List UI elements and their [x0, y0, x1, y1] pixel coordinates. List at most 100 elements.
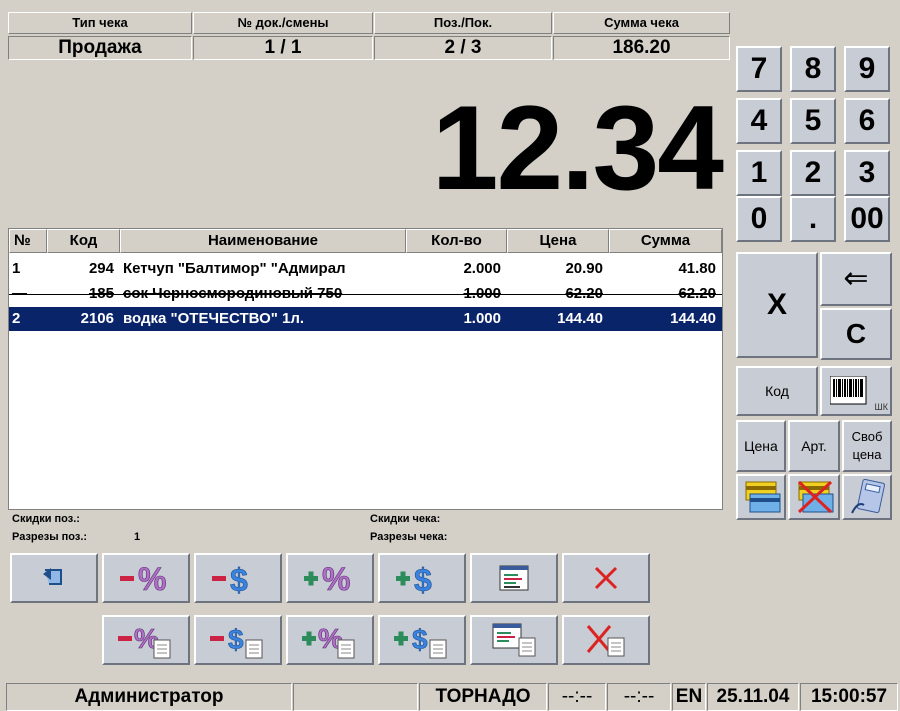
check-percent-markup-button[interactable]: % — [286, 615, 374, 665]
plus-dollar-icon: $ — [396, 562, 432, 596]
row-code: 2106 — [80, 310, 114, 327]
svg-text:$: $ — [414, 562, 432, 596]
row-name: водка "ОТЕЧЕСТВО" 1л. — [123, 310, 305, 327]
multiply-button[interactable]: X — [736, 252, 818, 358]
key-6[interactable]: 6 — [844, 98, 890, 144]
calculator-button[interactable] — [842, 474, 892, 520]
check-sum-discount-button[interactable]: $ — [194, 615, 282, 665]
receipt-table: № Код Наименование Кол-во Цена Сумма 1 2… — [8, 228, 723, 510]
receipt-type-value: Продажа — [8, 36, 192, 60]
check-percent-discount-button[interactable]: % — [102, 615, 190, 665]
list-window-icon — [499, 565, 529, 591]
svg-text:%: % — [138, 561, 166, 596]
minus-dollar-receipt-icon: $ — [210, 624, 263, 659]
key-3[interactable]: 3 — [844, 150, 890, 196]
table-row-selected[interactable]: 2 2106 водка "ОТЕЧЕСТВО" 1л. 1.000 144.4… — [9, 307, 722, 331]
cancel-position-button[interactable] — [562, 553, 650, 603]
row-price: 144.40 — [557, 310, 603, 327]
row-price: 20.90 — [565, 260, 603, 277]
status-date: 25.11.04 — [707, 683, 799, 711]
key-dot[interactable]: . — [790, 196, 836, 242]
key-7[interactable]: 7 — [736, 46, 782, 92]
table-header: № Код Наименование Кол-во Цена Сумма — [9, 229, 722, 253]
row-name: Кетчуп "Балтимор" "Адмирал — [123, 260, 346, 277]
key-4[interactable]: 4 — [736, 98, 782, 144]
red-x-icon — [594, 566, 618, 590]
row-sum: 144.40 — [670, 310, 716, 327]
position-value: 2 / 3 — [374, 36, 552, 60]
clear-button[interactable]: C — [820, 308, 892, 360]
card-payment-button[interactable] — [736, 474, 786, 520]
row-num: 1 — [12, 260, 21, 277]
backspace-button[interactable]: ⇐ — [820, 252, 892, 306]
plus-percent-icon: % — [304, 561, 351, 596]
strike-line — [9, 294, 722, 295]
position-details-button[interactable] — [470, 553, 558, 603]
barcode-button[interactable]: ШК — [820, 366, 892, 416]
status-time-b: --:-- — [607, 683, 671, 711]
pos-cuts-label: Разрезы поз.: — [12, 531, 88, 543]
calculator-icon — [851, 479, 886, 514]
plus-percent-receipt-icon: % — [302, 623, 355, 659]
receipt-type-label: Тип чека — [8, 12, 192, 34]
position-sum-discount-button[interactable]: $ — [194, 553, 282, 603]
table-row-cancelled[interactable]: — 185 сок Черносмородиновый 750 1.000 62… — [9, 282, 722, 306]
row-code: 294 — [88, 260, 114, 277]
minus-percent-receipt-icon: % — [118, 623, 171, 659]
cards-icon — [745, 481, 781, 513]
check-cuts-label: Разрезы чека: — [370, 531, 448, 543]
key-0[interactable]: 0 — [736, 196, 782, 242]
status-time-a: --:-- — [548, 683, 606, 711]
status-lang[interactable]: EN — [672, 683, 706, 711]
svg-text:%: % — [322, 561, 350, 596]
status-cashier: ТОРНАДО — [419, 683, 547, 711]
col-sum: Сумма — [609, 229, 722, 253]
cancel-check-button[interactable] — [562, 615, 650, 665]
key-00[interactable]: 00 — [844, 196, 890, 242]
list-window-receipt-icon — [492, 623, 536, 657]
check-discount-label: Скидки чека: — [370, 513, 441, 525]
key-1[interactable]: 1 — [736, 150, 782, 196]
receipt-sum-value: 186.20 — [553, 36, 730, 60]
free-price-button[interactable]: Своб цена — [842, 420, 892, 472]
table-row[interactable]: 1 294 Кетчуп "Балтимор" "Адмирал 2.000 2… — [9, 257, 722, 281]
key-2[interactable]: 2 — [790, 150, 836, 196]
minus-dollar-icon: $ — [212, 562, 248, 596]
key-9[interactable]: 9 — [844, 46, 890, 92]
row-qty: 2.000 — [463, 260, 501, 277]
minus-percent-icon: % — [120, 561, 167, 596]
plus-dollar-receipt-icon: $ — [394, 624, 447, 659]
red-x-receipt-icon — [586, 625, 625, 657]
cancel-card-button[interactable] — [788, 474, 840, 520]
check-sum-markup-button[interactable]: $ — [378, 615, 466, 665]
svg-text:$: $ — [228, 624, 244, 655]
back-button[interactable] — [10, 553, 98, 603]
status-spacer — [293, 683, 418, 711]
position-percent-discount-button[interactable]: % — [102, 553, 190, 603]
svg-text:$: $ — [230, 562, 248, 596]
position-percent-markup-button[interactable]: % — [286, 553, 374, 603]
position-sum-markup-button[interactable]: $ — [378, 553, 466, 603]
pos-discount-label: Скидки поз.: — [12, 513, 80, 525]
price-button[interactable]: Цена — [736, 420, 786, 472]
check-details-button[interactable] — [470, 615, 558, 665]
col-qty: Кол-во — [406, 229, 507, 253]
key-5[interactable]: 5 — [790, 98, 836, 144]
barcode-icon — [830, 376, 867, 405]
code-button[interactable]: Код — [736, 366, 818, 416]
doc-shift-label: № док./смены — [193, 12, 373, 34]
position-label: Поз./Пок. — [374, 12, 552, 34]
key-8[interactable]: 8 — [790, 46, 836, 92]
barcode-suffix: ШК — [874, 402, 889, 412]
row-sum: 41.80 — [678, 260, 716, 277]
article-button[interactable]: Арт. — [788, 420, 840, 472]
pos-cuts-value: 1 — [134, 531, 141, 543]
col-number: № — [9, 229, 47, 253]
doc-shift-value: 1 / 1 — [193, 36, 373, 60]
svg-text:$: $ — [412, 624, 428, 655]
cards-cancel-icon — [797, 480, 834, 514]
receipt-sum-label: Сумма чека — [553, 12, 730, 34]
return-arrow-icon — [43, 568, 62, 585]
col-name: Наименование — [120, 229, 406, 253]
status-user: Администратор — [6, 683, 292, 711]
